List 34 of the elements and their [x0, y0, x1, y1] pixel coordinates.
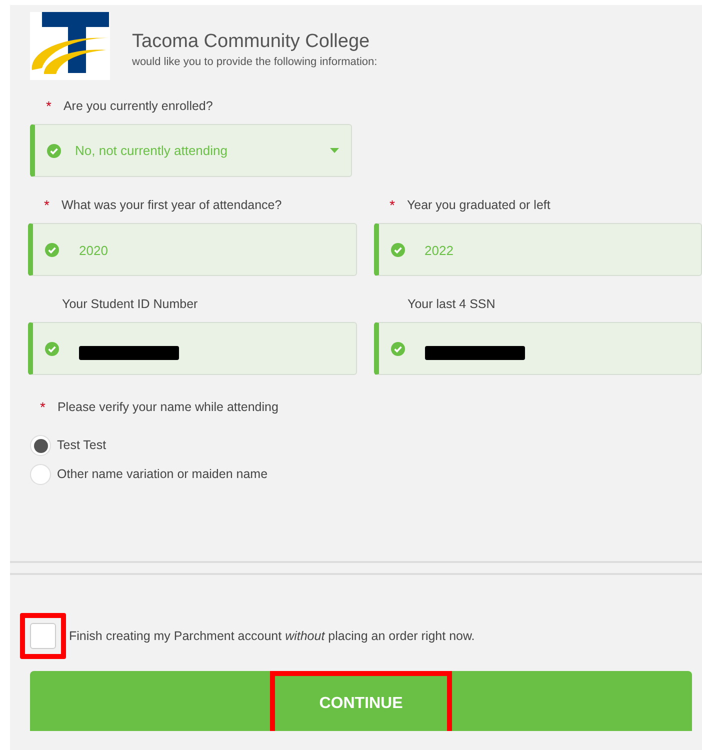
check-circle-icon — [45, 242, 59, 256]
input-field[interactable] — [28, 322, 356, 375]
field-label: Year you graduated or left — [406, 196, 550, 214]
field-label: Your last 4 SSN — [408, 296, 496, 313]
input-field[interactable]: 2020 — [28, 223, 356, 276]
radio-label: Other name variation or maiden name — [57, 466, 268, 484]
check-circle-icon — [47, 144, 61, 158]
input-field[interactable] — [374, 322, 702, 375]
question-label: Please verify your name while attending — [57, 398, 278, 416]
subtitle: would like you to provide the following information: — [132, 55, 378, 70]
field-label: What was your first year of attendance? — [61, 196, 282, 214]
button-label: CONTINUE — [319, 694, 403, 714]
checkbox[interactable] — [30, 623, 56, 649]
caret-icon — [330, 148, 339, 153]
checkbox-label: Finish creating my Parchment account without placing an order right now. — [69, 628, 475, 645]
radio-button[interactable] — [30, 464, 51, 485]
field-label: Your Student ID Number — [62, 296, 198, 313]
enrollment-select[interactable]: No, not currently attending — [30, 124, 352, 177]
check-circle-icon — [45, 342, 59, 356]
required-mark: * — [46, 99, 52, 113]
institution-name: Tacoma Community College — [132, 30, 371, 54]
logo-icon — [30, 12, 110, 80]
field-label: Are you currently enrolled? — [63, 98, 213, 115]
check-circle-icon — [390, 242, 404, 256]
continue-button[interactable]: CONTINUE — [30, 671, 692, 731]
radio-button[interactable] — [30, 435, 51, 456]
required-mark: * — [390, 198, 395, 212]
radio-label: Test Test — [57, 437, 106, 454]
required-mark: * — [40, 400, 46, 414]
input-field[interactable]: 2022 — [374, 223, 702, 276]
check-circle-icon — [390, 342, 404, 356]
field-value: 2022 — [424, 242, 454, 260]
required-mark: * — [44, 198, 50, 212]
field-value: 2020 — [79, 242, 108, 260]
